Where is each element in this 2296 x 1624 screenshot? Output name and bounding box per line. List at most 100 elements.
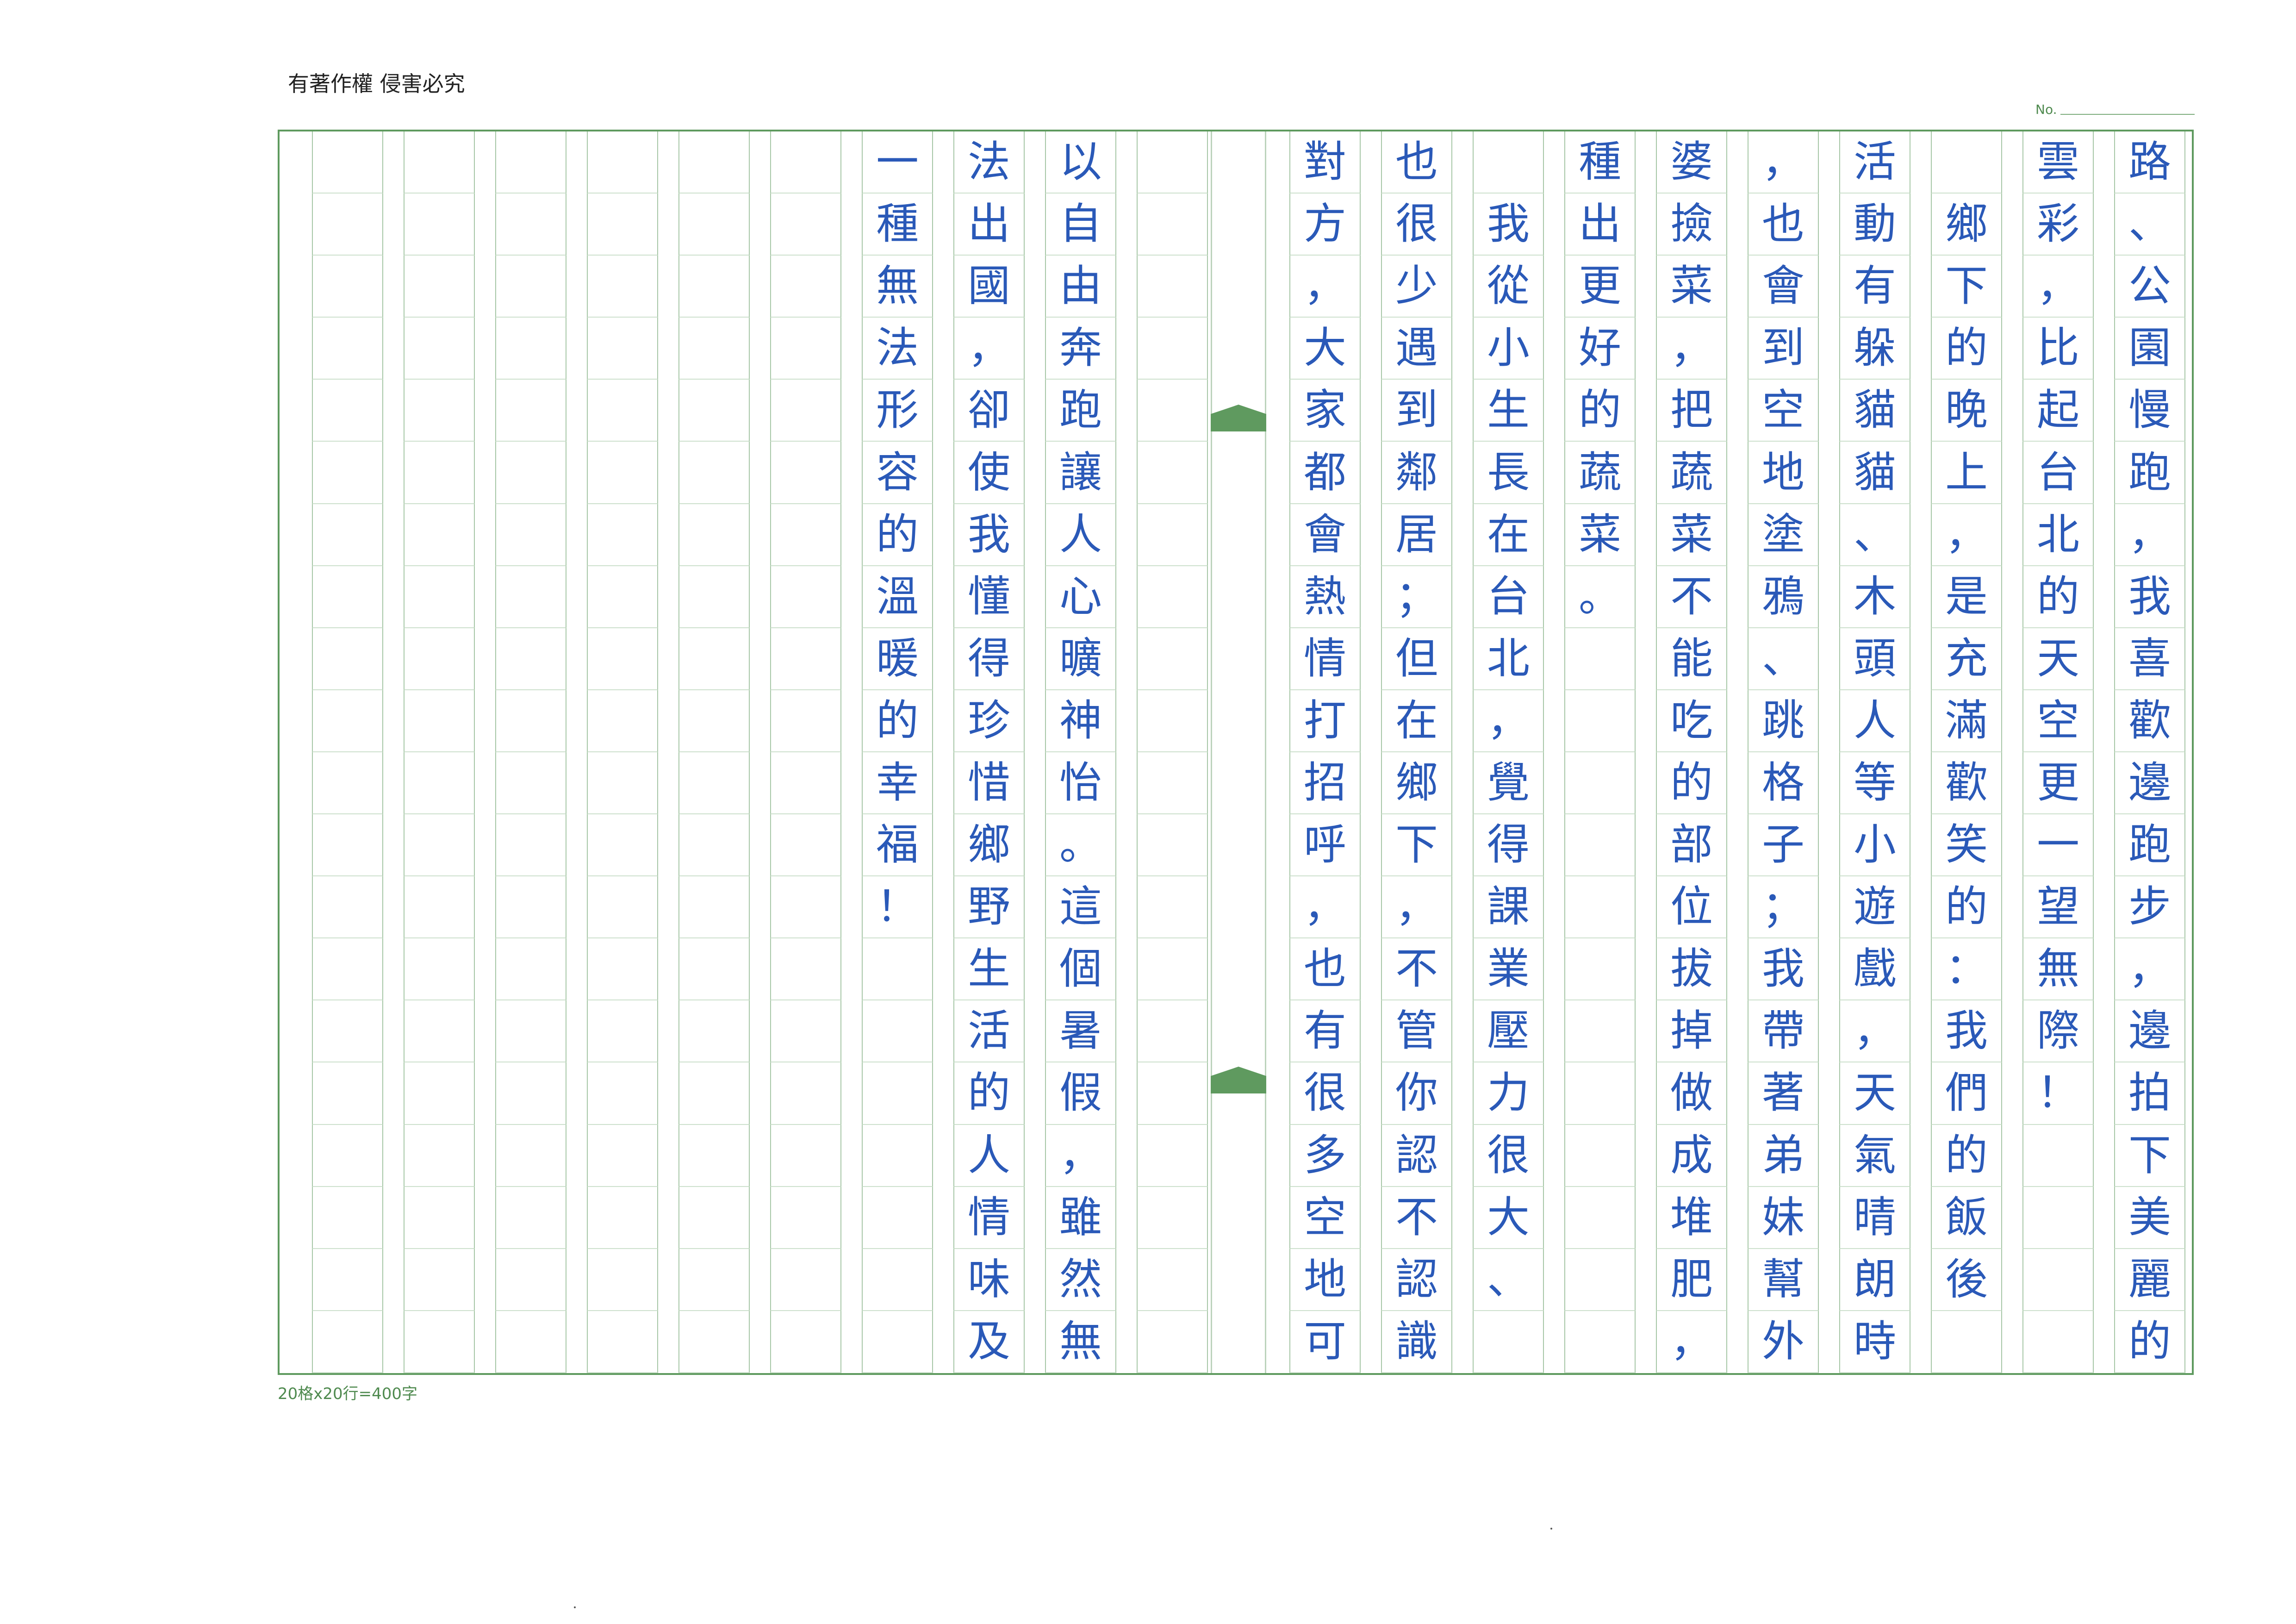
grid-cell [1564, 1311, 1636, 1373]
grid-cell [1137, 628, 1208, 690]
grid-cell: 一 [862, 131, 933, 194]
grid-cell: 從 [1473, 256, 1544, 318]
grid-cell: ， [1289, 256, 1361, 318]
grid-cell: 遇 [1381, 318, 1452, 380]
manuscript-column: 活動有躲貓貓、木頭人等小遊戲，天氣晴朗時 [1839, 131, 1910, 1373]
grid-cell [495, 194, 566, 256]
grid-cell: 小 [1473, 318, 1544, 380]
grid-cell: 心 [1045, 566, 1116, 628]
grid-cell [770, 1311, 841, 1373]
copyright-notice: 有著作權 侵害必究 [288, 71, 465, 96]
grid-cell [312, 318, 383, 380]
grid-cell: ！ [2022, 1062, 2094, 1125]
grid-cell [495, 1062, 566, 1125]
grid-cell: 也 [1381, 131, 1452, 194]
grid-cell: 業 [1473, 938, 1544, 1001]
grid-cell [495, 1249, 566, 1311]
grid-cell: 跑 [1045, 380, 1116, 442]
grid-cell: 出 [1564, 194, 1636, 256]
grid-cell: 充 [1931, 628, 2002, 690]
grid-cell: 很 [1289, 1062, 1361, 1125]
grid-cell [587, 194, 658, 256]
grid-cell: 不 [1381, 1187, 1452, 1249]
grid-cell [770, 318, 841, 380]
grid-cell: 在 [1381, 690, 1452, 752]
grid-cell [1137, 442, 1208, 504]
grid-cell: 奔 [1045, 318, 1116, 380]
grid-cell: 塗 [1748, 504, 1819, 566]
manuscript-column [1137, 131, 1208, 1373]
grid-cell: 鴉 [1748, 566, 1819, 628]
grid-cell [1137, 876, 1208, 939]
grid-cell: 都 [1289, 442, 1361, 504]
manuscript-column [770, 131, 841, 1373]
grid-cell [587, 1000, 658, 1063]
grid-cell: 喜 [2114, 628, 2185, 690]
grid-cell [495, 442, 566, 504]
grid-cell: 。 [1564, 566, 1636, 628]
grid-cell: 跑 [2114, 442, 2185, 504]
grid-cell: ， [1931, 504, 2002, 566]
grid-cell [404, 690, 475, 752]
grid-cell [312, 504, 383, 566]
grid-cell: 路 [2114, 131, 2185, 194]
grid-cell: 能 [1656, 628, 1727, 690]
manuscript-column [312, 131, 383, 1373]
manuscript-column [495, 131, 566, 1373]
grid-cell: 味 [953, 1249, 1025, 1311]
grid-cell [678, 1062, 750, 1125]
grid-cell: 是 [1931, 566, 2002, 628]
grid-cell [1564, 938, 1636, 1001]
grid-cell: 的 [953, 1062, 1025, 1125]
grid-cell: ， [2022, 256, 2094, 318]
grid-cell: 公 [2114, 256, 2185, 318]
grid-cell: 不 [1656, 566, 1727, 628]
grid-cell [862, 938, 933, 1001]
grid-cell [1564, 752, 1636, 815]
grid-cell: 讓 [1045, 442, 1116, 504]
grid-cell: 但 [1381, 628, 1452, 690]
grid-cell: 吃 [1656, 690, 1727, 752]
grid-cell: 管 [1381, 1000, 1452, 1063]
grid-cell [2022, 1249, 2094, 1311]
grid-cell: 木 [1839, 566, 1910, 628]
manuscript-column: 法出國，卻使我懂得珍惜鄉野生活的人情味及 [953, 131, 1025, 1373]
grid-cell [312, 380, 383, 442]
grid-cell [404, 380, 475, 442]
grid-cell: 氣 [1839, 1124, 1910, 1187]
grid-cell: 肥 [1656, 1249, 1727, 1311]
grid-cell [678, 566, 750, 628]
grid-cell: 天 [1839, 1062, 1910, 1125]
grid-cell: 雖 [1045, 1187, 1116, 1249]
grid-cell [1137, 690, 1208, 752]
grid-cell: 步 [2114, 876, 2185, 939]
grid-cell: 人 [1839, 690, 1910, 752]
grid-cell [587, 442, 658, 504]
grid-cell [587, 566, 658, 628]
grid-cell: 比 [2022, 318, 2094, 380]
grid-cell: 地 [1289, 1249, 1361, 1311]
grid-cell: 然 [1045, 1249, 1116, 1311]
grid-cell [404, 1124, 475, 1187]
grid-cell: 有 [1289, 1000, 1361, 1063]
grid-cell: 野 [953, 876, 1025, 939]
grid-cell [404, 752, 475, 815]
grid-cell: ， [1289, 876, 1361, 939]
grid-cell: 帶 [1748, 1000, 1819, 1063]
grid-cell [495, 256, 566, 318]
grid-cell: 人 [1045, 504, 1116, 566]
grid-cell [678, 938, 750, 1001]
grid-cell [404, 131, 475, 194]
grid-cell: 空 [2022, 690, 2094, 752]
grid-cell: 躲 [1839, 318, 1910, 380]
grid-cell: 、 [1839, 504, 1910, 566]
grid-cell: 上 [1931, 442, 2002, 504]
grid-cell: 得 [1473, 814, 1544, 877]
manuscript-column: 婆撿菜，把蔬菜不能吃的部位拔掉做成堆肥， [1656, 131, 1727, 1373]
manuscript-column [404, 131, 475, 1373]
grid-cell [678, 256, 750, 318]
grid-cell: ， [1381, 876, 1452, 939]
grid-cell [678, 1187, 750, 1249]
grid-cell [312, 1187, 383, 1249]
grid-cell: 識 [1381, 1311, 1452, 1373]
